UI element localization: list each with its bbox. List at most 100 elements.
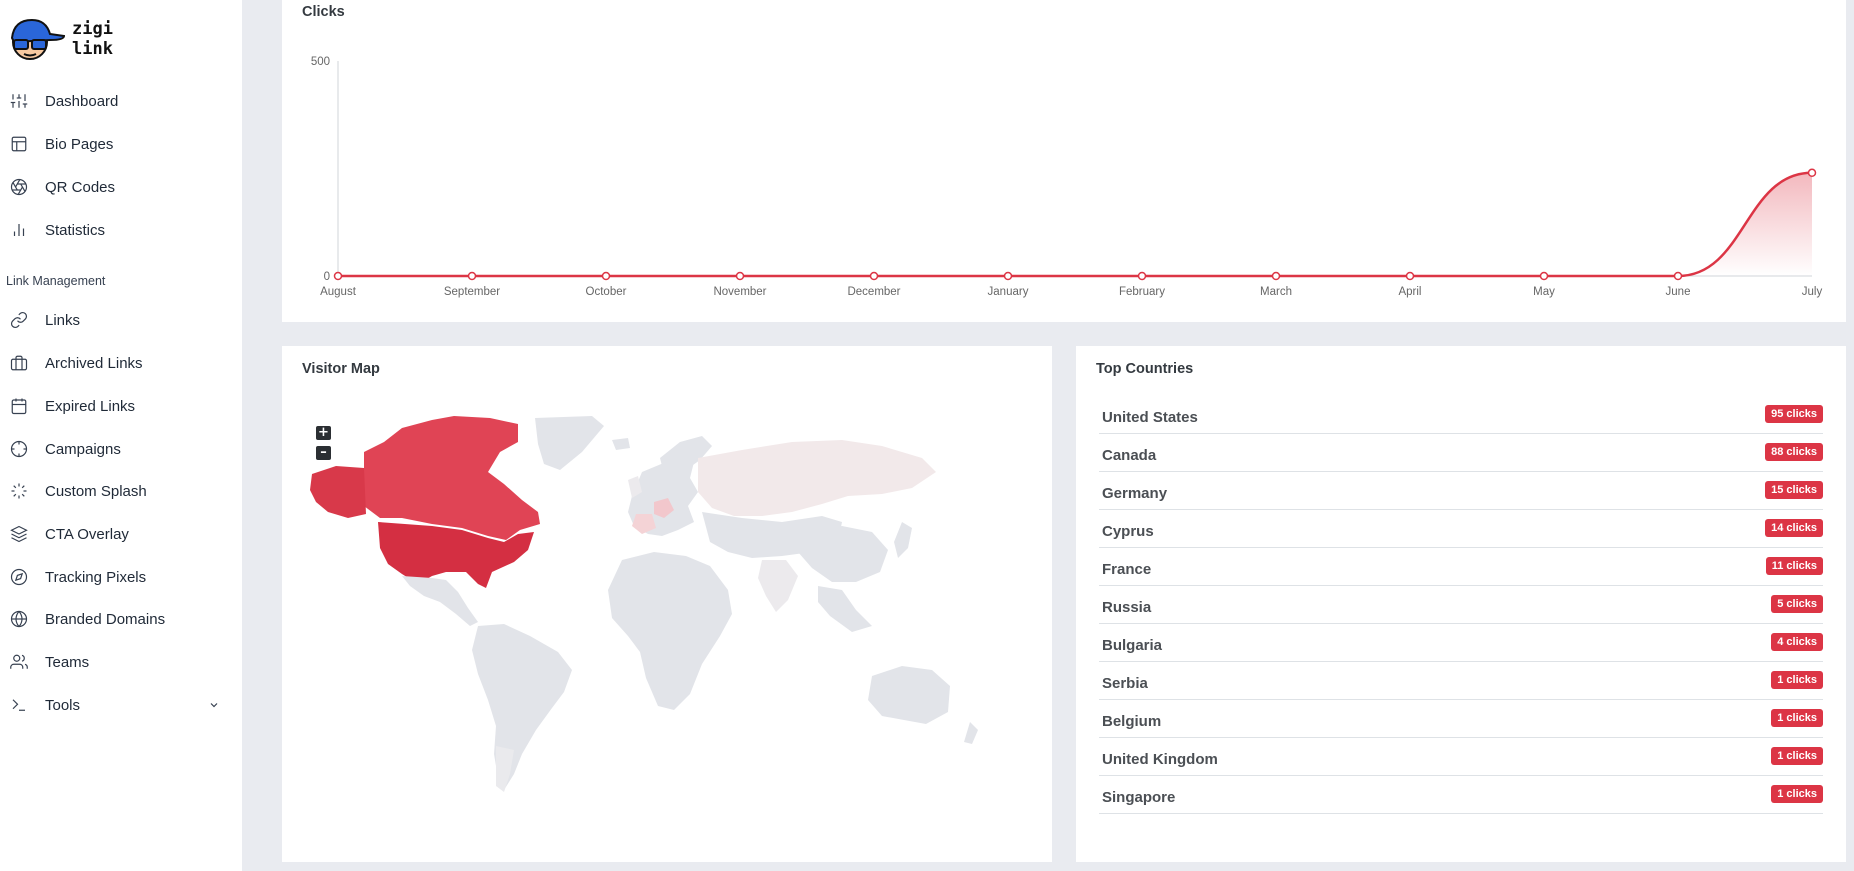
country-row: Serbia 1 clicks [1099, 662, 1823, 700]
x-tick-label: March [1260, 286, 1292, 298]
x-tick-label: January [988, 286, 1029, 298]
country-name: United Kingdom [1102, 751, 1218, 768]
terminal-icon [12, 699, 25, 711]
sidebar-item-label: Archived Links [45, 354, 143, 372]
sliders-icon [10, 94, 28, 108]
data-point [333, 271, 343, 281]
x-tick-label: December [847, 286, 900, 298]
x-tick-label: September [444, 286, 500, 298]
data-point [735, 271, 745, 281]
sidebar-item-label: Tracking Pixels [45, 568, 147, 586]
sidebar-item-label: Teams [45, 653, 90, 671]
compass-icon [10, 568, 28, 586]
map-country-mexico [402, 576, 478, 626]
sidebar-item-statistics[interactable]: Statistics [0, 212, 242, 248]
y-tick-label: 0 [324, 271, 330, 283]
country-row: Singapore 1 clicks [1099, 776, 1823, 814]
country-row: France 11 clicks [1099, 548, 1823, 586]
country-name: Serbia [1102, 675, 1148, 692]
sidebar-item-label: Custom Splash [45, 482, 147, 500]
loader-icon [11, 483, 27, 499]
clicks-badge: 4 clicks [1771, 633, 1823, 651]
crosshair-icon [10, 440, 28, 458]
brand-line2: link [72, 39, 113, 59]
country-row: United Kingdom 1 clicks [1099, 738, 1823, 776]
data-point [1539, 271, 1549, 281]
sidebar: zigi link Dashboard Bio Pages QR Codes S… [0, 0, 242, 871]
mascot-logo-icon [10, 18, 66, 60]
country-name: Singapore [1102, 789, 1176, 806]
country-row: Russia 5 clicks [1099, 586, 1823, 624]
chevron-down-icon [210, 703, 218, 708]
x-tick-label: April [1398, 286, 1421, 298]
clicks-card: Clicks 500 0 August September October Novembe… [282, 0, 1846, 322]
brand-line1: zigi [72, 19, 113, 39]
sidebar-item-qr-codes[interactable]: QR Codes [0, 169, 242, 205]
data-point [1673, 271, 1683, 281]
sidebar-item-label: Campaigns [45, 440, 121, 458]
layers-icon [10, 525, 28, 543]
country-name: Canada [1102, 447, 1157, 464]
country-name: Russia [1102, 599, 1152, 616]
clicks-chart: 500 0 August September October November Decemb… [311, 56, 1823, 298]
sidebar-item-label: Expired Links [45, 397, 136, 415]
sidebar-item-archived-links[interactable]: Archived Links [0, 345, 242, 381]
calendar-icon [11, 398, 27, 415]
sidebar-item-bio-pages[interactable]: Bio Pages [0, 126, 242, 162]
briefcase-icon [10, 355, 28, 371]
map-country-india [758, 560, 798, 612]
x-tick-label: February [1119, 286, 1165, 298]
bar-chart-icon [13, 224, 25, 236]
layout-icon [11, 136, 27, 152]
sidebar-item-label: Branded Domains [45, 610, 166, 628]
sidebar-item-tracking-pixels[interactable]: Tracking Pixels [0, 559, 242, 595]
data-point [869, 271, 879, 281]
sidebar-item-campaigns[interactable]: Campaigns [0, 431, 242, 467]
map-country-russia [698, 440, 936, 516]
x-tick-label: July [1802, 286, 1823, 298]
clicks-badge: 14 clicks [1765, 519, 1823, 537]
data-point [1807, 168, 1817, 178]
map-country-japan [894, 522, 912, 558]
map-country-australia [868, 666, 950, 724]
x-tick-label: November [713, 286, 766, 298]
x-tick-label: October [586, 286, 627, 298]
sidebar-item-branded-domains[interactable]: Branded Domains [0, 601, 242, 637]
brand-logo[interactable]: zigi link [6, 14, 126, 64]
country-row: United States 95 clicks [1099, 396, 1823, 434]
sidebar-item-tools[interactable]: Tools [0, 687, 242, 723]
country-name: Germany [1102, 485, 1168, 502]
section-title-link-management: Link Management [6, 274, 106, 288]
data-point [467, 271, 477, 281]
data-point [1137, 271, 1147, 281]
clicks-badge: 1 clicks [1771, 785, 1823, 803]
country-row: Cyprus 14 clicks [1099, 510, 1823, 548]
country-row: Germany 15 clicks [1099, 472, 1823, 510]
globe-icon [10, 610, 28, 628]
y-tick-label: 500 [311, 56, 330, 68]
sidebar-item-teams[interactable]: Teams [0, 644, 242, 680]
map-country-africa [608, 552, 732, 710]
clicks-badge: 1 clicks [1771, 747, 1823, 765]
sidebar-item-expired-links[interactable]: Expired Links [0, 388, 242, 424]
clicks-badge: 1 clicks [1771, 671, 1823, 689]
clicks-area [338, 172, 1812, 276]
country-name: Bulgaria [1102, 637, 1163, 654]
map-country-canada [364, 416, 540, 540]
x-tick-label: June [1666, 286, 1691, 298]
clicks-badge: 1 clicks [1771, 709, 1823, 727]
sidebar-item-links[interactable]: Links [0, 302, 242, 338]
world-map[interactable] [282, 346, 1052, 862]
data-point [601, 271, 611, 281]
sidebar-item-custom-splash[interactable]: Custom Splash [0, 473, 242, 509]
aperture-icon [10, 178, 28, 196]
clicks-badge: 5 clicks [1771, 595, 1823, 613]
map-country-south-america [472, 624, 572, 790]
sidebar-item-dashboard[interactable]: Dashboard [0, 83, 242, 119]
country-row: Bulgaria 4 clicks [1099, 624, 1823, 662]
x-tick-label: August [320, 286, 357, 298]
sidebar-item-label: Links [45, 311, 81, 329]
sidebar-item-label: Tools [45, 696, 81, 714]
sidebar-item-cta-overlay[interactable]: CTA Overlay [0, 516, 242, 552]
map-country-east-asia [798, 526, 888, 582]
